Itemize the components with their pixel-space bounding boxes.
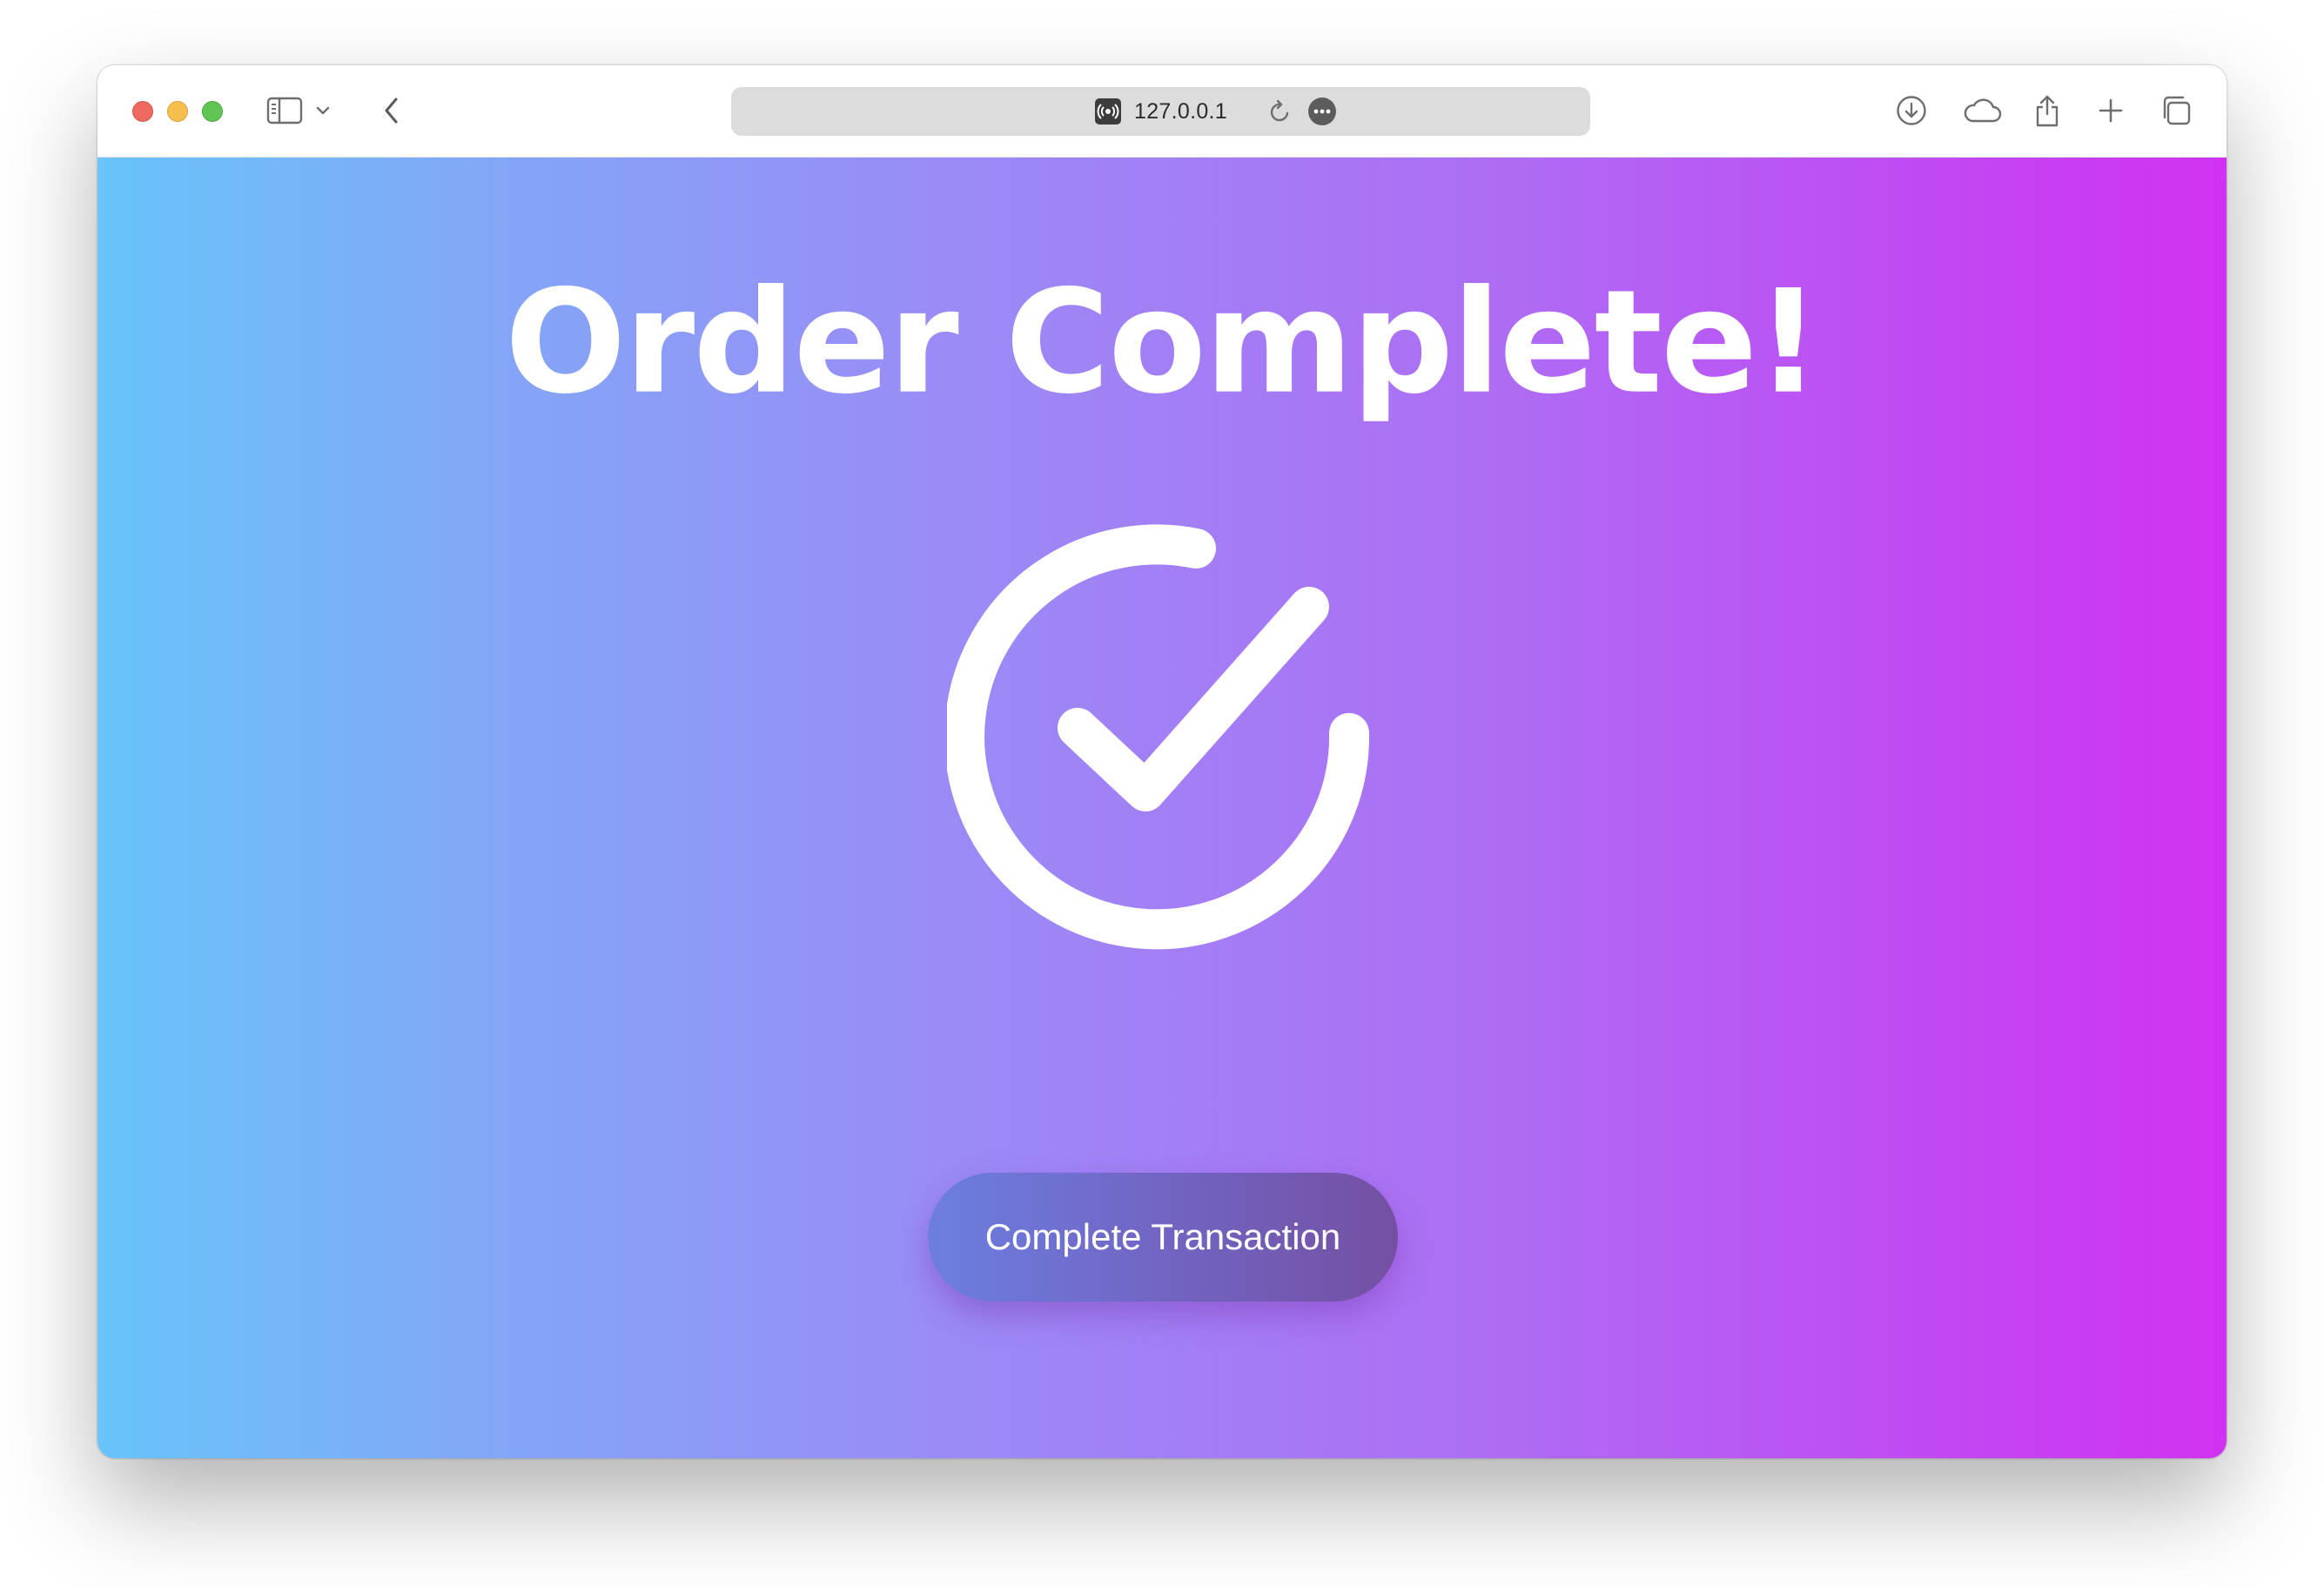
zoom-window-button[interactable] [202, 101, 223, 122]
back-arrow-icon[interactable] [369, 88, 414, 133]
share-icon[interactable] [2025, 88, 2070, 133]
address-bar[interactable]: 127.0.0.1 [731, 87, 1590, 136]
page-title: Order Complete! [504, 259, 1821, 426]
tabs-overview-icon[interactable] [2153, 88, 2199, 133]
minimize-window-button[interactable] [167, 101, 188, 122]
download-icon[interactable] [1889, 88, 1934, 133]
browser-window: 127.0.0.1 Order Complete! Complete Trans… [97, 65, 2227, 1458]
close-window-button[interactable] [132, 101, 153, 122]
reload-icon[interactable] [1268, 87, 1293, 136]
url-text[interactable]: 127.0.0.1 [1134, 99, 1227, 124]
complete-transaction-button[interactable]: Complete Transaction [928, 1173, 1398, 1302]
more-icon[interactable] [1307, 87, 1337, 136]
sidebar-icon[interactable] [262, 88, 307, 133]
page-content: Order Complete! Complete Transaction [97, 158, 2227, 1458]
cloud-icon[interactable] [1956, 88, 2008, 133]
chevron-down-icon[interactable] [310, 88, 336, 133]
browser-toolbar: 127.0.0.1 [97, 65, 2227, 158]
check-circle-icon [944, 509, 1417, 979]
site-settings-icon[interactable] [1094, 98, 1122, 125]
plus-icon[interactable] [2088, 88, 2133, 133]
